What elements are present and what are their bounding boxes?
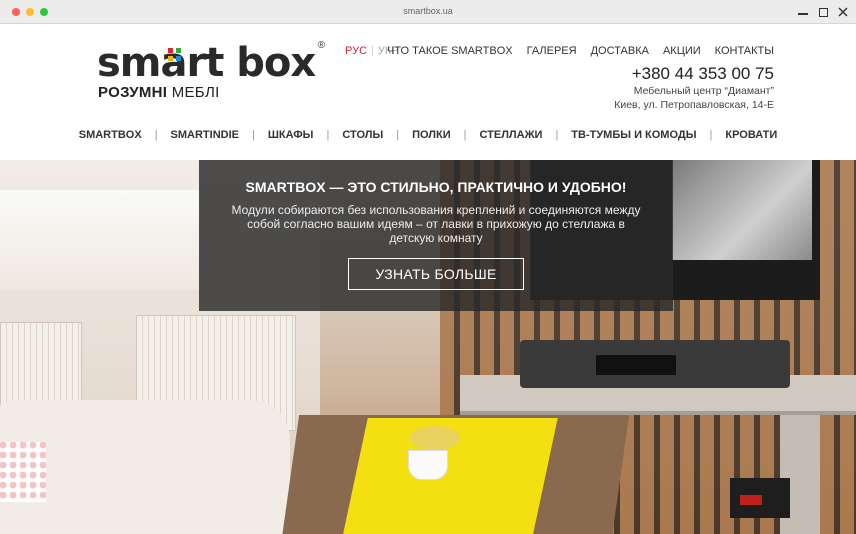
- mainnav-wardrobes[interactable]: ШКАФЫ: [255, 129, 327, 141]
- minimize-icon[interactable]: [796, 5, 810, 19]
- topnav-gallery[interactable]: ГАЛЕРЕЯ: [527, 45, 577, 57]
- registered-mark: ®: [317, 40, 325, 51]
- lang-ru-link[interactable]: РУС: [345, 45, 367, 57]
- svg-text:smart box: smart box: [97, 40, 316, 86]
- topnav-contacts[interactable]: КОНТАКТЫ: [715, 45, 774, 57]
- mainnav-tables[interactable]: СТОЛЫ: [329, 129, 396, 141]
- address: Мебельный центр “Диамант” Киев, ул. Петр…: [614, 85, 774, 111]
- mainnav-shelves[interactable]: ПОЛКИ: [399, 129, 464, 141]
- mainnav-smartindie[interactable]: SMARTINDIE: [158, 129, 252, 141]
- hero-overlay: SMARTBOX — ЭТО СТИЛЬНО, ПРАКТИЧНО И УДОБ…: [199, 160, 673, 311]
- top-nav: ЧТО ТАКОЕ SMARTBOX ГАЛЕРЕЯ ДОСТАВКА АКЦИ…: [387, 45, 774, 57]
- learn-more-button[interactable]: УЗНАТЬ БОЛЬШЕ: [348, 258, 524, 290]
- hero-text: Модули собираются без использования креп…: [231, 203, 641, 245]
- browser-titlebar: smartbox.ua: [0, 0, 856, 24]
- mainnav-tv-stands[interactable]: ТВ-ТУМБЫ И КОМОДЫ: [558, 129, 709, 141]
- close-icon[interactable]: [836, 5, 850, 19]
- window: [0, 190, 200, 290]
- maximize-icon[interactable]: [816, 5, 830, 19]
- topnav-promotions[interactable]: АКЦИИ: [663, 45, 701, 57]
- site-header: smart box ® РОЗУМНІ МЕБЛІ РУС | УКР ЧТО ТА…: [0, 24, 856, 160]
- tagline: РОЗУМНІ МЕБЛІ: [98, 84, 220, 101]
- hero-title: SMARTBOX — ЭТО СТИЛЬНО, ПРАКТИЧНО И УДОБ…: [245, 179, 627, 195]
- address-bar[interactable]: smartbox.ua: [0, 6, 856, 16]
- topnav-what-is-smartbox[interactable]: ЧТО ТАКОЕ SMARTBOX: [387, 45, 513, 57]
- tv-screen: [672, 160, 812, 260]
- smartbox-logo[interactable]: smart box ®: [97, 38, 327, 88]
- mainnav-smartbox[interactable]: SMARTBOX: [66, 129, 155, 141]
- mainnav-racks[interactable]: СТЕЛЛАЖИ: [466, 129, 555, 141]
- mainnav-beds[interactable]: КРОВАТИ: [712, 129, 790, 141]
- main-nav: SMARTBOX | SMARTINDIE | ШКАФЫ | СТОЛЫ | ПОЛК…: [0, 129, 856, 141]
- pillow: [0, 442, 46, 502]
- tin: [410, 426, 460, 450]
- smartbox-logo-icon: smart box: [97, 40, 317, 86]
- topnav-delivery[interactable]: ДОСТАВКА: [591, 45, 649, 57]
- cup: [408, 450, 448, 480]
- phone-number[interactable]: +380 44 353 00 75: [632, 64, 774, 84]
